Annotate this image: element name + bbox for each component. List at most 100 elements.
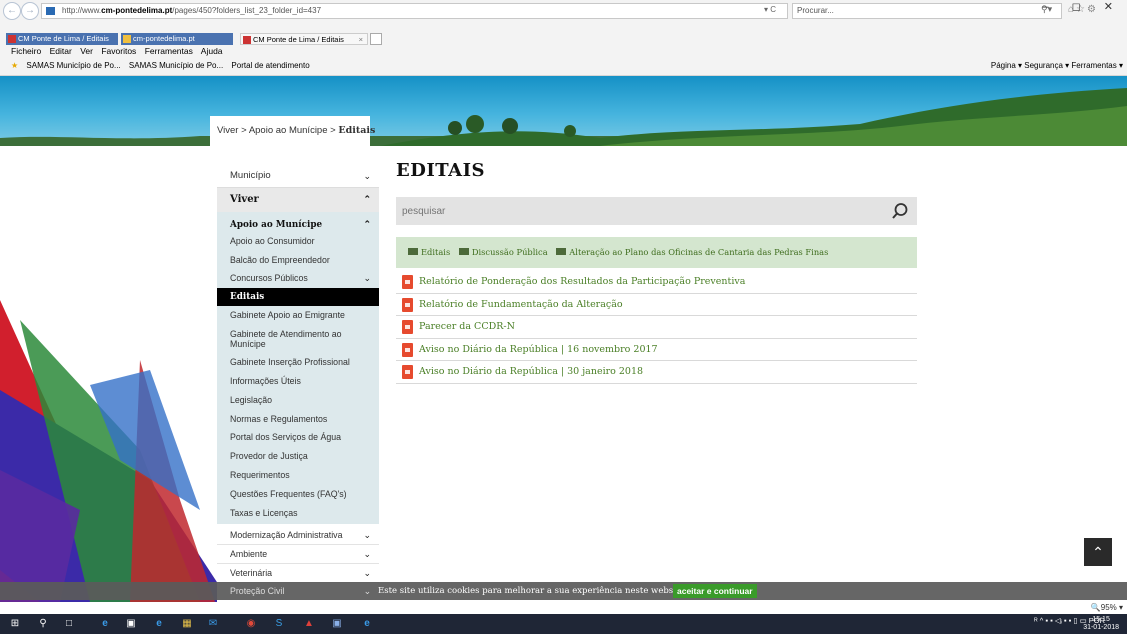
- edge-icon[interactable]: e: [98, 617, 112, 631]
- sidebar-item-label: Veterinária: [230, 568, 273, 578]
- document-link[interactable]: Aviso no Diário da República | 30 janeir…: [419, 366, 643, 377]
- pdf-icon: [402, 365, 413, 379]
- forward-button[interactable]: →: [21, 2, 39, 20]
- tab-close-icon[interactable]: ×: [359, 34, 363, 44]
- sidebar-item-editais[interactable]: Editais: [217, 288, 379, 306]
- refresh-icon[interactable]: ▾ C: [764, 5, 776, 14]
- document-link[interactable]: Relatório de Ponderação dos Resultados d…: [419, 276, 745, 287]
- list-item[interactable]: Aviso no Diário da República | 30 janeir…: [396, 361, 917, 384]
- menu-editar[interactable]: Editar: [50, 46, 72, 56]
- menu-ajuda[interactable]: Ajuda: [201, 46, 223, 56]
- sidebar-item-modernizacao[interactable]: Modernização Administrativa ⌄: [217, 526, 379, 545]
- sidebar-item-protecao-civil[interactable]: Proteção Civil ⌄: [217, 582, 379, 600]
- folder-icon: [408, 248, 418, 255]
- sidebar-item-municipio[interactable]: Município ⌄: [217, 164, 379, 188]
- browser-search-field[interactable]: Procurar...: [792, 3, 1062, 19]
- sidebar-item-legislacao[interactable]: Legislação: [217, 391, 379, 409]
- window-controls[interactable]: – ◻ ✕: [1042, 0, 1123, 13]
- new-tab-button[interactable]: [370, 33, 382, 45]
- address-bar[interactable]: http://www.cm-pontedelima.pt/pages/450?f…: [41, 3, 788, 19]
- sidebar-item-informacoes[interactable]: Informações Úteis: [217, 372, 379, 390]
- back-button[interactable]: ←: [3, 2, 21, 20]
- menu-bar: Ficheiro Editar Ver Favoritos Ferramenta…: [11, 46, 229, 56]
- list-item[interactable]: Parecer da CCDR-N: [396, 316, 917, 339]
- accept-cookies-button[interactable]: aceitar e continuar: [673, 584, 757, 598]
- search-input[interactable]: [402, 202, 872, 220]
- sidebar-item-faq[interactable]: Questões Frequentes (FAQ's): [217, 485, 379, 503]
- document-link[interactable]: Parecer da CCDR-N: [419, 321, 515, 332]
- tab-cm-pontedelima[interactable]: cm-pontedelima.pt: [121, 33, 233, 45]
- ie-icon[interactable]: e: [152, 617, 166, 631]
- skype-icon[interactable]: S: [272, 617, 286, 631]
- favorite-link-3[interactable]: Portal de atendimento: [231, 61, 309, 70]
- list-item[interactable]: Relatório de Ponderação dos Resultados d…: [396, 271, 917, 294]
- url-prefix: http://www.: [62, 6, 102, 15]
- task-view-icon[interactable]: □: [62, 617, 76, 631]
- pdf-icon: [402, 297, 413, 312]
- hero-banner: [0, 76, 1127, 146]
- breadcrumb-separator: >: [330, 125, 336, 136]
- url-domain: cm-pontedelima.pt: [101, 6, 173, 15]
- store-icon[interactable]: ▣: [124, 617, 138, 631]
- tab-label: CM Ponte de Lima / Editais: [18, 34, 109, 43]
- command-bar[interactable]: Página ▾ Segurança ▾ Ferramentas ▾: [991, 61, 1123, 70]
- pdf-icon: [402, 275, 413, 289]
- back-to-top-button[interactable]: ⌃: [1084, 538, 1112, 566]
- sidebar-item-viver[interactable]: Viver ⌃: [217, 188, 379, 212]
- tab-editais-1[interactable]: CM Ponte de Lima / Editais: [6, 33, 118, 45]
- tab-label: cm-pontedelima.pt: [133, 34, 195, 43]
- chrome-icon[interactable]: ◉: [244, 617, 258, 631]
- sidebar-item-gabinete-insercao[interactable]: Gabinete Inserção Profissional: [217, 353, 379, 371]
- menu-ferramentas[interactable]: Ferramentas: [145, 46, 193, 56]
- mail-icon[interactable]: ✉: [206, 617, 220, 631]
- sidebar-item-provedor[interactable]: Provedor de Justiça: [217, 447, 379, 465]
- favorite-link-2[interactable]: SAMAS Município de Po...: [129, 61, 223, 70]
- tab-favicon: [243, 36, 251, 44]
- folder-alteracao-plano[interactable]: Alteração ao Plano das Oficinas de Canta…: [556, 237, 828, 268]
- acrobat-icon[interactable]: ▲: [302, 617, 316, 631]
- sidebar-item-ambiente[interactable]: Ambiente ⌄: [217, 545, 379, 564]
- sidebar-item-veterinaria[interactable]: Veterinária ⌄: [217, 564, 379, 583]
- sidebar-nav: Município ⌄ Viver ⌃ Apoio ao Munícipe ⌃ …: [217, 164, 379, 604]
- breadcrumb-apoio[interactable]: Apoio ao Munícipe: [249, 125, 328, 136]
- start-icon[interactable]: ⊞: [8, 617, 22, 631]
- sidebar-item-servicos-agua[interactable]: Portal dos Serviços de Água: [217, 428, 379, 446]
- cookie-message: Este site utiliza cookies para melhorar …: [378, 586, 688, 596]
- document-link[interactable]: Relatório de Fundamentação da Alteração: [419, 299, 623, 310]
- tab-editais-active[interactable]: CM Ponte de Lima / Editais ×: [240, 33, 368, 45]
- breadcrumb-viver[interactable]: Viver: [217, 125, 238, 136]
- folder-discussao-publica[interactable]: Discussão Pública: [458, 237, 548, 268]
- menu-favoritos[interactable]: Favoritos: [101, 46, 136, 56]
- menu-ficheiro[interactable]: Ficheiro: [11, 46, 41, 56]
- document-link[interactable]: Aviso no Diário da República | 16 novemb…: [419, 344, 658, 355]
- sidebar-item-gabinete-atendimento[interactable]: Gabinete de Atendimento ao Munícipe: [217, 328, 367, 349]
- folder-label: Editais: [421, 247, 451, 257]
- list-item[interactable]: Aviso no Diário da República | 16 novemb…: [396, 339, 917, 361]
- sidebar-item-balcao-empreendedor[interactable]: Balcão do Empreendedor: [217, 251, 379, 269]
- chevron-up-icon: ⌃: [363, 195, 371, 205]
- search-icon[interactable]: [891, 202, 909, 220]
- favorites-star-icon[interactable]: ★: [11, 61, 18, 70]
- tab-favicon: [123, 35, 131, 43]
- sidebar-item-gabinete-emigrante[interactable]: Gabinete Apoio ao Emigrante: [217, 306, 379, 324]
- sidebar-item-taxas[interactable]: Taxas e Licenças: [217, 504, 379, 522]
- menu-ver[interactable]: Ver: [80, 46, 93, 56]
- sidebar-item-concursos[interactable]: Concursos Públicos ⌄: [217, 269, 379, 287]
- url-path: /pages/450?folders_list_23_folder_id=437: [172, 6, 322, 15]
- app-icon[interactable]: ▣: [330, 617, 344, 631]
- sidebar-item-requerimentos[interactable]: Requerimentos: [217, 466, 379, 484]
- ie-active-icon[interactable]: e: [360, 617, 374, 631]
- zoom-level[interactable]: 🔍95% ▾: [1091, 603, 1123, 612]
- list-item[interactable]: Relatório de Fundamentação da Alteração: [396, 294, 917, 316]
- clock[interactable]: 15:15 31-01-2018: [1083, 616, 1119, 632]
- search-icon[interactable]: ⚲: [36, 617, 50, 631]
- clock-time: 15:15: [1092, 616, 1110, 623]
- pdf-icon: [402, 342, 413, 357]
- sidebar-item-apoio-consumidor[interactable]: Apoio ao Consumidor: [217, 232, 379, 250]
- chevron-down-icon: ⌄: [363, 273, 371, 283]
- chevron-down-icon: ⌄: [363, 171, 371, 181]
- folder-editais[interactable]: Editais: [408, 237, 450, 268]
- file-explorer-icon[interactable]: ▦: [180, 617, 194, 631]
- favorite-link-1[interactable]: SAMAS Município de Po...: [26, 61, 120, 70]
- sidebar-item-normas[interactable]: Normas e Regulamentos: [217, 410, 379, 428]
